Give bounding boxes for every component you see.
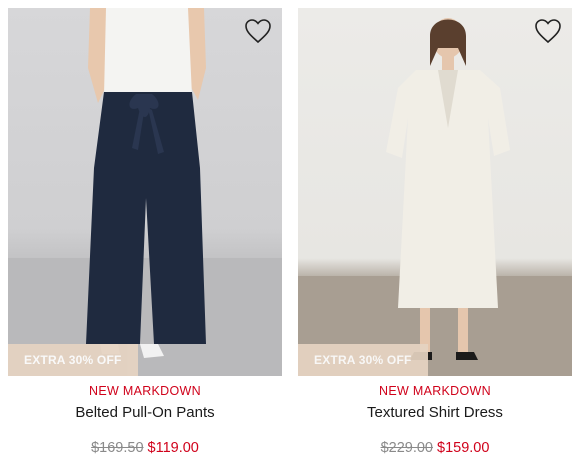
original-price: $229.00: [380, 440, 433, 456]
markdown-label: NEW MARKDOWN: [379, 384, 491, 398]
markdown-label: NEW MARKDOWN: [89, 384, 201, 398]
original-price: $169.50: [91, 440, 144, 456]
product-image[interactable]: EXTRA 30% OFF: [298, 8, 572, 376]
promo-badge: EXTRA 30% OFF: [298, 344, 428, 376]
wishlist-heart-button[interactable]: [534, 18, 562, 44]
promo-badge: EXTRA 30% OFF: [8, 344, 138, 376]
dress-photo: [298, 18, 572, 376]
wishlist-heart-button[interactable]: [244, 18, 272, 44]
sale-price: $119.00: [147, 440, 199, 456]
heart-outline-icon: [245, 19, 271, 44]
product-name-link[interactable]: Belted Pull-On Pants: [8, 404, 282, 421]
sale-price: $159.00: [437, 440, 490, 456]
price-row: $169.50 $119.00: [8, 440, 282, 456]
price-row: $229.00 $159.00: [298, 440, 572, 456]
product-grid: EXTRA 30% OFF NEW MARKDOWN Belted Pull-O…: [0, 0, 576, 459]
product-card-belted-pull-on-pants[interactable]: EXTRA 30% OFF NEW MARKDOWN Belted Pull-O…: [8, 0, 282, 459]
product-name-link[interactable]: Textured Shirt Dress: [298, 404, 572, 421]
heart-outline-icon: [535, 19, 561, 44]
product-card-textured-shirt-dress[interactable]: EXTRA 30% OFF NEW MARKDOWN Textured Shir…: [298, 0, 572, 459]
product-image[interactable]: EXTRA 30% OFF: [8, 8, 282, 376]
pants-photo: [8, 8, 282, 376]
